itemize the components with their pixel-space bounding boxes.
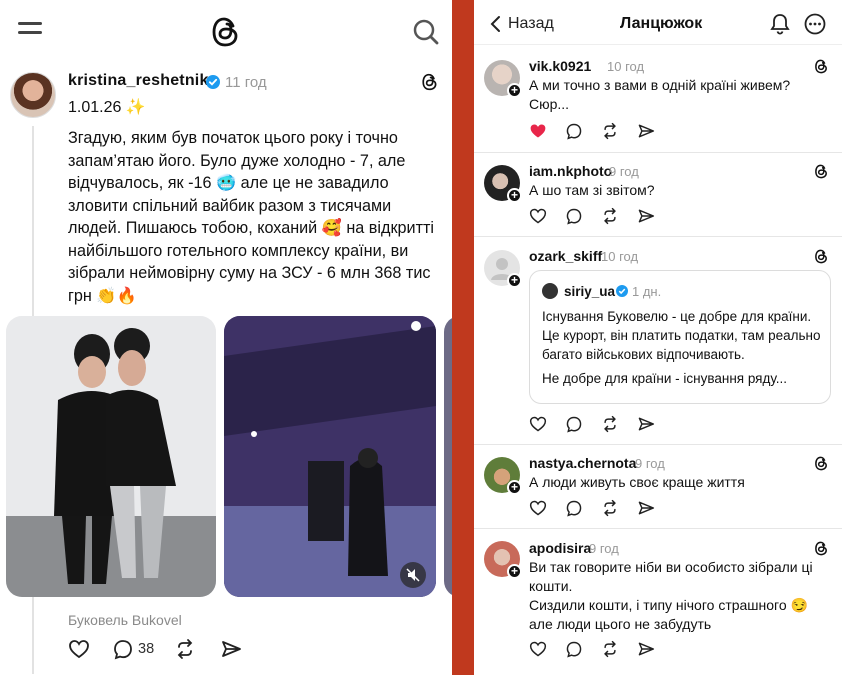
- search-icon[interactable]: [412, 18, 440, 46]
- heart-icon[interactable]: [529, 415, 547, 433]
- comment-username[interactable]: nastya.chernota: [529, 455, 636, 471]
- photo-people: [6, 316, 216, 597]
- comment-text-continued: Сиздили кошти, і типу нічого страшного 😏…: [529, 597, 808, 632]
- share-icon[interactable]: [637, 207, 655, 225]
- threads-logo-icon[interactable]: [211, 16, 241, 48]
- threads-logo-icon[interactable]: [814, 249, 829, 264]
- back-label: Назад: [508, 15, 554, 32]
- bell-icon[interactable]: [770, 13, 790, 35]
- reply-icon[interactable]: [565, 640, 583, 658]
- repost-icon[interactable]: [174, 638, 196, 660]
- quote-username[interactable]: siriy_ua: [564, 284, 615, 299]
- reply-count: 38: [138, 641, 155, 657]
- comment-actions: [529, 499, 673, 517]
- video-stage: [224, 316, 436, 597]
- location-tag[interactable]: Буковель Bukovel: [68, 612, 182, 628]
- heart-icon[interactable]: [529, 122, 547, 140]
- divider: [474, 236, 842, 237]
- reply-icon[interactable]: [112, 638, 134, 660]
- threads-logo-icon[interactable]: [814, 456, 829, 471]
- repost-icon[interactable]: [601, 640, 619, 658]
- divider: [474, 44, 842, 45]
- reply-icon[interactable]: [565, 207, 583, 225]
- repost-icon[interactable]: [601, 207, 619, 225]
- follow-plus-icon[interactable]: +: [507, 188, 522, 203]
- follow-plus-icon[interactable]: +: [507, 480, 522, 495]
- repost-icon[interactable]: [601, 499, 619, 517]
- repost-icon[interactable]: [601, 415, 619, 433]
- verified-icon: [206, 75, 220, 89]
- comment-actions: [529, 415, 673, 433]
- threads-logo-icon[interactable]: [421, 73, 439, 91]
- follow-plus-icon[interactable]: +: [507, 564, 522, 579]
- threads-logo-icon[interactable]: [814, 541, 829, 556]
- post-video[interactable]: [224, 316, 436, 597]
- divider: [474, 444, 842, 445]
- reply-icon[interactable]: [565, 415, 583, 433]
- comment-username[interactable]: iam.nkphoto: [529, 163, 612, 179]
- avatar[interactable]: [542, 283, 558, 299]
- heart-icon[interactable]: [68, 638, 90, 660]
- quote-text-continued: Не добре для країни - існування ряду...: [542, 371, 788, 386]
- post-actions: 38: [68, 638, 242, 660]
- comment-username[interactable]: ozark_skiff: [529, 248, 602, 264]
- share-icon[interactable]: [637, 499, 655, 517]
- post-photo[interactable]: [6, 316, 216, 597]
- post-date: 1.01.26 ✨: [68, 99, 146, 116]
- left-panel: kristina_reshetnik 11 год 1.01.26 ✨ Згад…: [0, 0, 452, 675]
- post-photo-next[interactable]: [444, 316, 452, 597]
- back-chevron-icon: [490, 16, 500, 32]
- threads-logo-icon[interactable]: [814, 59, 829, 74]
- comment-actions: [529, 207, 673, 225]
- share-icon[interactable]: [637, 122, 655, 140]
- comment-time: 9 год: [635, 456, 665, 471]
- divider: [474, 152, 842, 153]
- share-icon[interactable]: [637, 640, 655, 658]
- quoted-post[interactable]: siriy_ua 1 дн. Існування Буковелю - це д…: [529, 270, 831, 404]
- comment-time: 9 год: [609, 164, 639, 179]
- mute-icon[interactable]: [400, 562, 426, 588]
- post-time: 11 год: [225, 74, 267, 91]
- heart-icon[interactable]: [529, 640, 547, 658]
- divider: [474, 528, 842, 529]
- more-icon[interactable]: [804, 13, 826, 35]
- comment-time: 10 год: [607, 59, 645, 74]
- heart-icon[interactable]: [529, 207, 547, 225]
- verified-icon: [616, 285, 628, 297]
- comment-username[interactable]: vik.k0921: [529, 58, 591, 74]
- thread-panel: Назад Ланцюжок + vik.k0921 10 год А ми т…: [474, 0, 842, 675]
- page-title: Ланцюжок: [620, 15, 703, 32]
- back-button[interactable]: Назад: [490, 15, 554, 33]
- comment-actions: [529, 122, 673, 140]
- reply-icon[interactable]: [565, 122, 583, 140]
- repost-icon[interactable]: [601, 122, 619, 140]
- reply-icon[interactable]: [565, 499, 583, 517]
- heart-icon[interactable]: [529, 499, 547, 517]
- quote-time: 1 дн.: [632, 284, 662, 299]
- comment-text: А шо там зі звітом?: [529, 182, 655, 198]
- threads-logo-icon[interactable]: [814, 164, 829, 179]
- comment-username[interactable]: apodisira: [529, 540, 591, 556]
- quote-text: Існування Буковелю - це добре для країни…: [542, 309, 821, 362]
- comment-text: Ви так говорите ніби ви особисто зібрали…: [529, 559, 813, 594]
- post-text: Згадую, яким був початок цього року і то…: [68, 129, 434, 305]
- avatar[interactable]: [10, 72, 56, 118]
- follow-plus-icon[interactable]: +: [507, 83, 522, 98]
- follow-plus-icon[interactable]: +: [507, 273, 522, 288]
- comment-time: 9 год: [589, 541, 619, 556]
- comment-text: А ми точно з вами в одній країні живем? …: [529, 77, 791, 112]
- menu-icon[interactable]: [18, 22, 42, 40]
- share-icon[interactable]: [220, 638, 242, 660]
- share-icon[interactable]: [637, 415, 655, 433]
- comment-text: А люди живуть своє краще життя: [529, 474, 745, 490]
- post-username[interactable]: kristina_reshetnik: [68, 72, 209, 90]
- comment-actions: [529, 640, 673, 658]
- comment-time: 10 год: [601, 249, 639, 264]
